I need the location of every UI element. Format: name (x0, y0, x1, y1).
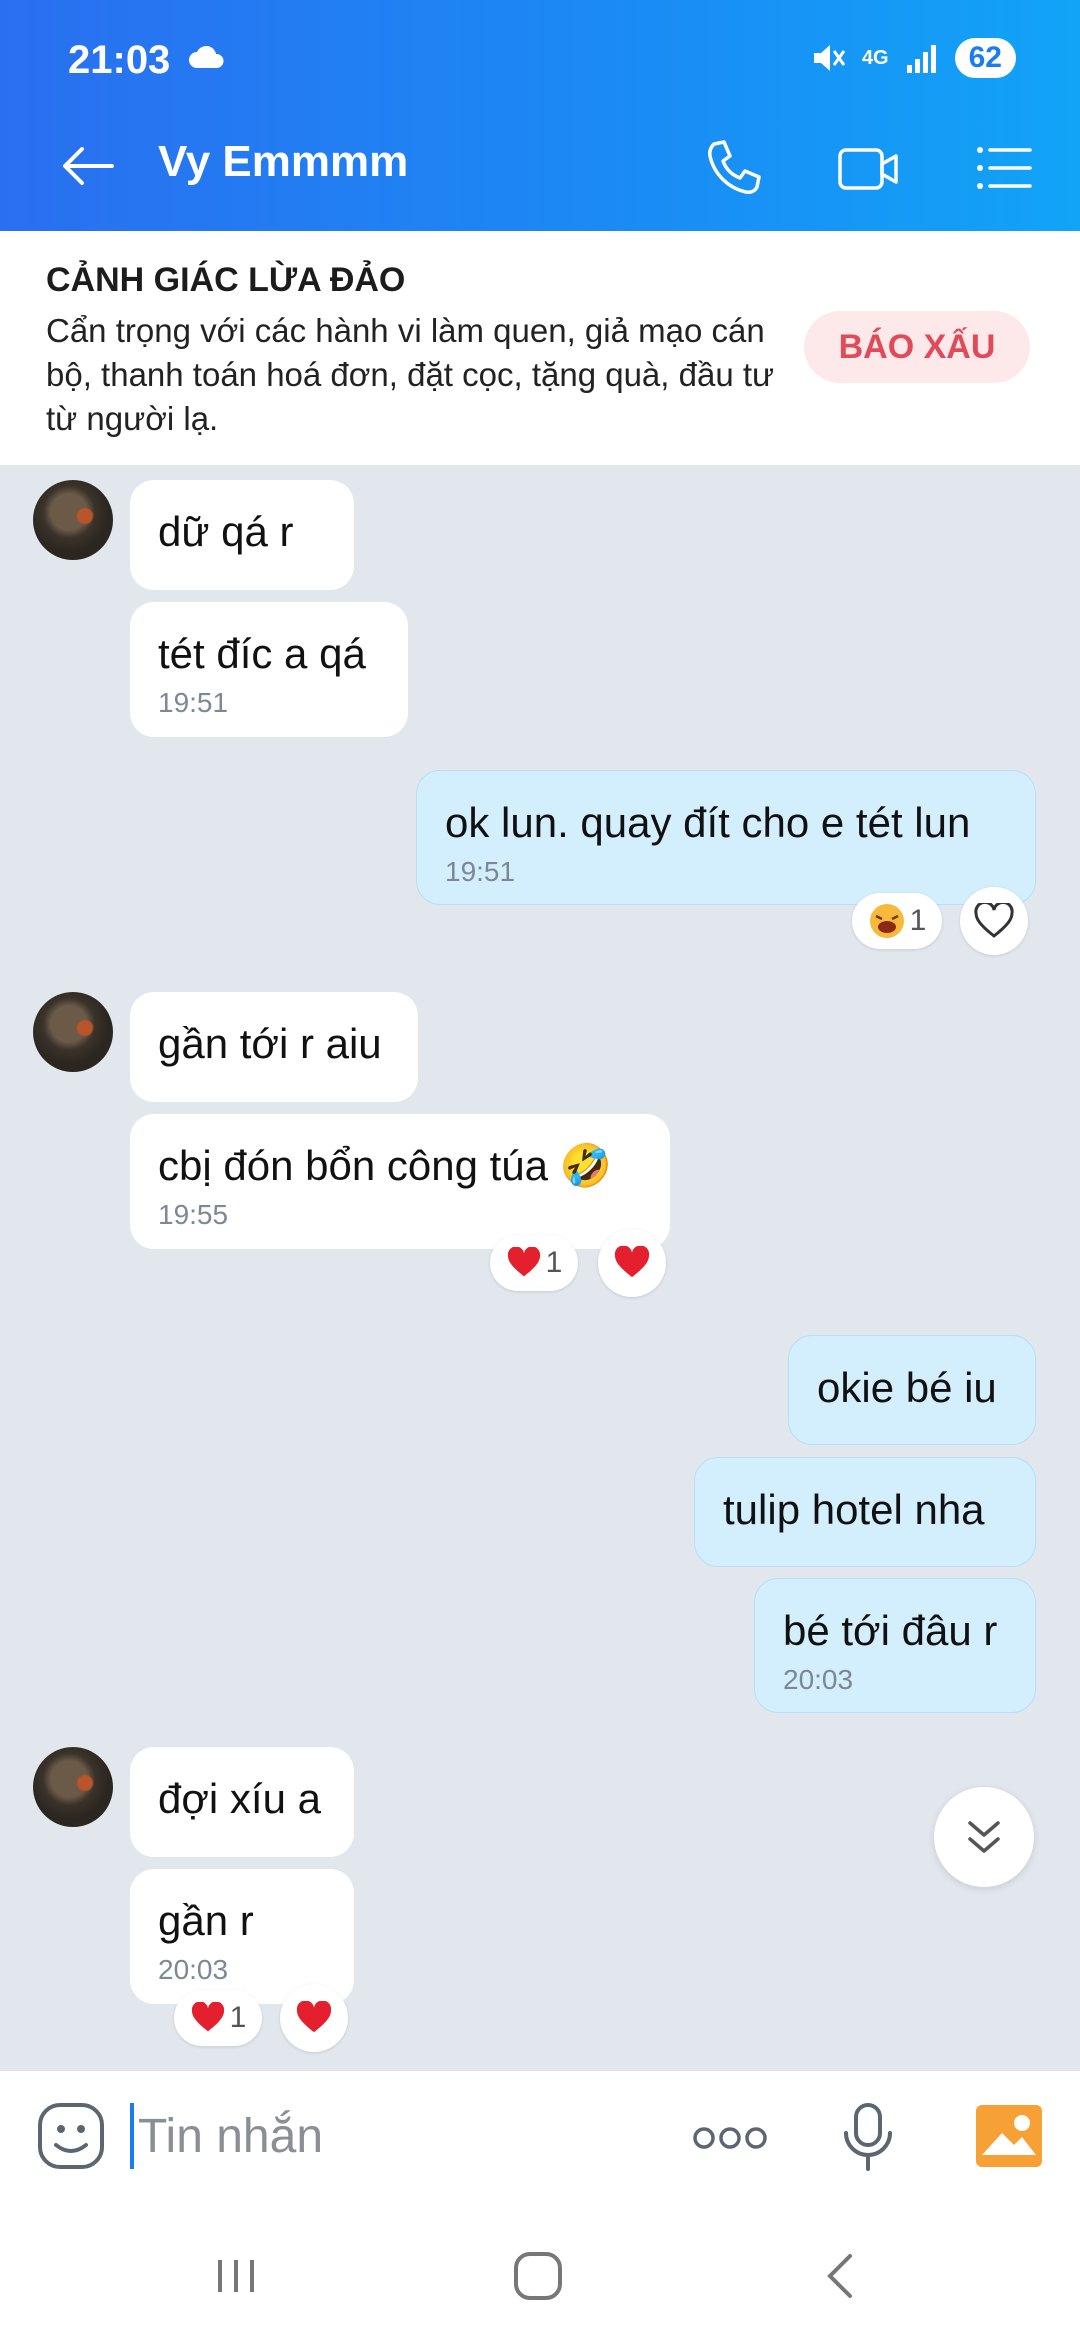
more-options-icon[interactable] (692, 2123, 768, 2153)
message-text: tét đíc a qá (158, 630, 366, 677)
message-bubble[interactable]: tét đíc a qá 19:51 (130, 602, 408, 737)
app-header: 21:03 4G 62 Vy Emmmm (0, 0, 1080, 231)
heart-icon (191, 2002, 224, 2032)
laughing-emoji-icon (869, 904, 904, 938)
avatar[interactable] (33, 480, 113, 560)
message-bubble[interactable]: bé tới đâu r 20:03 (754, 1578, 1036, 1713)
gallery-image-icon[interactable] (976, 2105, 1042, 2167)
report-button[interactable]: BÁO XẤU (804, 311, 1030, 383)
message-bubble[interactable]: ok lun. quay đít cho e tét lun 19:51 (416, 770, 1036, 905)
chat-area[interactable]: dữ qá r tét đíc a qá 19:51 ok lun. quay … (0, 465, 1080, 2070)
message-text: dữ qá r (158, 508, 294, 555)
menu-icon[interactable] (972, 138, 1036, 198)
status-time: 21:03 (68, 38, 171, 82)
avatar[interactable] (33, 1747, 113, 1827)
message-bubble[interactable]: tulip hotel nha (694, 1457, 1036, 1567)
warning-title: CẢNH GIÁC LỪA ĐẢO (46, 261, 406, 299)
scroll-to-bottom-button[interactable] (934, 1787, 1034, 1887)
message-time: 19:51 (158, 687, 229, 718)
message-time: 19:51 (445, 856, 516, 887)
video-call-icon[interactable] (836, 138, 900, 198)
back-nav-icon[interactable] (812, 2246, 872, 2306)
network-label: 4G (861, 46, 889, 69)
reaction-count: 1 (229, 2001, 247, 2034)
battery-indicator: 62 (954, 38, 1016, 78)
message-bubble[interactable]: cbị đón bổn công túa 🤣 19:55 (130, 1114, 670, 1249)
message-input[interactable] (130, 2101, 650, 2171)
reaction-summary[interactable]: 1 (174, 1990, 262, 2046)
system-navigation-bar (0, 2206, 1080, 2340)
mute-icon (813, 45, 846, 71)
message-time: 20:03 (783, 1664, 854, 1695)
message-text: gần r (158, 1897, 254, 1944)
back-arrow-icon[interactable] (58, 136, 118, 196)
message-composer (0, 2070, 1080, 2206)
message-text: okie bé iu (817, 1364, 997, 1411)
message-time: 19:55 (158, 1199, 229, 1230)
phone-icon[interactable] (700, 138, 764, 198)
reaction-count: 1 (909, 904, 927, 937)
heart-icon (296, 2001, 332, 2033)
react-heart-button[interactable] (960, 887, 1028, 955)
signal-icon (906, 45, 936, 73)
double-chevron-down-icon (968, 1821, 1000, 1853)
contact-name[interactable]: Vy Emmmm (158, 137, 408, 187)
status-icons: 4G 62 (810, 38, 1016, 78)
message-bubble[interactable]: okie bé iu (788, 1335, 1036, 1445)
message-text: bé tới đâu r (783, 1607, 998, 1654)
cloud-icon (189, 45, 224, 68)
message-bubble[interactable]: gần tới r aiu (130, 992, 418, 1102)
message-time: 20:03 (158, 1954, 229, 1985)
heart-icon (614, 1246, 650, 1278)
microphone-icon[interactable] (842, 2101, 894, 2173)
warning-text: Cẩn trọng với các hành vi làm quen, giả … (46, 312, 775, 437)
home-icon[interactable] (508, 2246, 568, 2306)
react-heart-button[interactable] (598, 1229, 666, 1297)
heart-outline-icon (974, 903, 1014, 938)
message-text: cbị đón bổn công túa 🤣 (158, 1142, 612, 1189)
scam-warning-banner: CẢNH GIÁC LỪA ĐẢO Cẩn trọng với các hành… (0, 231, 1080, 465)
message-bubble[interactable]: đợi xíu a (130, 1747, 354, 1857)
heart-icon (507, 1247, 540, 1277)
avatar[interactable] (33, 992, 113, 1072)
message-text: gần tới r aiu (158, 1020, 382, 1067)
message-text: ok lun. quay đít cho e tét lun (445, 799, 971, 846)
sticker-emoji-icon[interactable] (36, 2101, 106, 2171)
message-text: tulip hotel nha (723, 1486, 985, 1533)
recent-apps-icon[interactable] (206, 2246, 266, 2306)
react-heart-button[interactable] (280, 1984, 348, 2052)
reaction-summary[interactable]: 1 (490, 1235, 578, 1291)
message-text: đợi xíu a (158, 1775, 321, 1822)
reaction-count: 1 (545, 1246, 563, 1279)
message-bubble[interactable]: dữ qá r (130, 480, 354, 590)
reaction-summary[interactable]: 1 (852, 893, 942, 949)
